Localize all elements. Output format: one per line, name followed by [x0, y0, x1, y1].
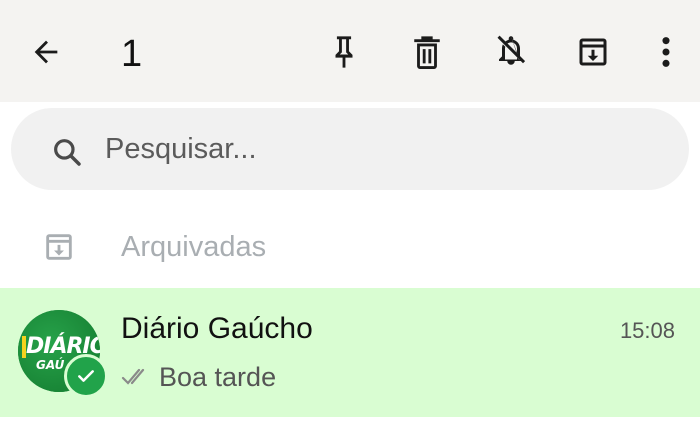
- archive-button[interactable]: [569, 28, 617, 76]
- mute-button[interactable]: [487, 28, 535, 76]
- chat-preview-text: Boa tarde: [159, 362, 277, 392]
- check-icon: [78, 370, 94, 382]
- chat-time: 15:08: [619, 318, 675, 343]
- more-vert-icon: [662, 37, 670, 67]
- chat-name: Diário Gaúcho: [121, 312, 313, 345]
- double-check-icon: [121, 366, 155, 388]
- pin-icon: [335, 36, 353, 68]
- selected-count: 1: [121, 33, 143, 75]
- trash-icon: [414, 36, 440, 69]
- archive-icon: [46, 234, 72, 260]
- archive-icon: [579, 38, 607, 66]
- search-icon: [54, 139, 81, 166]
- search-input[interactable]: Pesquisar...: [105, 108, 257, 190]
- selected-check-badge: [64, 354, 108, 398]
- back-arrow-icon: [34, 40, 58, 64]
- archived-label: Arquivadas: [121, 231, 267, 263]
- bell-off-icon: [497, 35, 526, 65]
- logo-text-line2: GAÚ: [36, 358, 65, 372]
- pin-button[interactable]: [320, 28, 368, 76]
- delete-button[interactable]: [403, 28, 451, 76]
- chat-list-item[interactable]: DIÁRIO GAÚ Diário Gaúcho 15:08 Boa tarde: [0, 288, 700, 417]
- more-options-button[interactable]: [642, 28, 690, 76]
- selection-toolbar: 1: [0, 0, 700, 102]
- archived-row[interactable]: Arquivadas: [0, 208, 700, 286]
- back-button[interactable]: [22, 28, 70, 76]
- chat-preview: Boa tarde: [121, 360, 276, 394]
- search-bar[interactable]: Pesquisar...: [11, 108, 689, 190]
- avatar[interactable]: DIÁRIO GAÚ: [18, 310, 108, 398]
